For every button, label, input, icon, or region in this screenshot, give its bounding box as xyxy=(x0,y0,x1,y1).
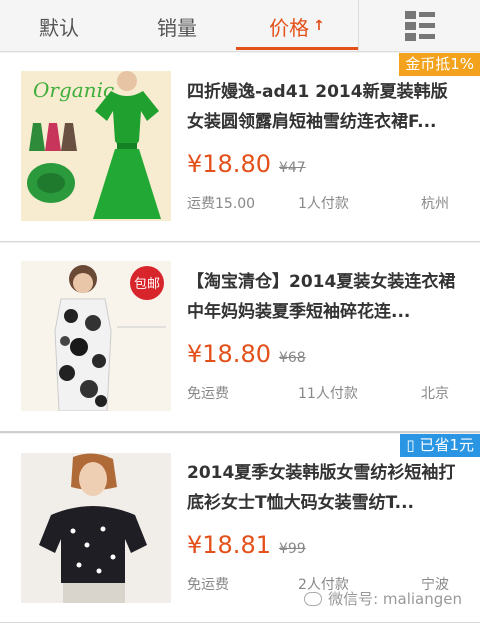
mobile-saving-badge: ▯ 已省1元 xyxy=(400,434,480,457)
svg-text:Organic: Organic xyxy=(33,78,114,102)
sort-tab-sales[interactable]: 销量 xyxy=(118,0,236,52)
product-item[interactable]: 包邮 【淘宝清仓】2014夏装女装连衣裙中年妈妈装夏季短袖碎花连... ¥18.… xyxy=(0,243,480,433)
price-box: ¥18.80 ¥47 xyxy=(187,150,306,178)
coin-discount-badge: 金币抵1% xyxy=(399,53,480,76)
shipping-info: 运费15.00 xyxy=(187,196,256,212)
price-box: ¥18.81 ¥99 xyxy=(187,531,306,559)
sort-tab-label: 销量 xyxy=(157,15,197,40)
watermark-text: 微信号: maliangen xyxy=(328,590,462,608)
original-price: ¥47 xyxy=(278,160,306,176)
price-box: ¥18.80 ¥68 xyxy=(187,340,306,368)
original-price: ¥68 xyxy=(278,350,306,366)
sort-tab-label: 价格 xyxy=(269,15,310,40)
view-mode-toggle[interactable] xyxy=(358,0,480,52)
list-grid-icon xyxy=(404,11,435,41)
original-price: ¥99 xyxy=(278,541,306,557)
shipping-info: 免运费 xyxy=(187,386,229,402)
svg-text:包邮: 包邮 xyxy=(134,277,160,292)
floral-dress-picture: 包邮 xyxy=(21,261,171,411)
product-title[interactable]: 2014夏季女装韩版女雪纺衫短袖打底衫女士T恤大码女装雪纺T... xyxy=(187,458,457,518)
product-title[interactable]: 四折嫚逸-ad41 2014新夏装韩版女装圆领露肩短袖雪纺连衣裙F... xyxy=(187,77,457,137)
product-image-chiffon-top[interactable] xyxy=(21,453,171,603)
seller-location: 杭州 xyxy=(421,196,449,212)
sort-tab-label: 默认 xyxy=(39,15,79,40)
current-price: ¥18.80 xyxy=(187,340,271,368)
wechat-icon xyxy=(304,591,323,606)
product-image-green-dress[interactable]: Organic xyxy=(21,71,171,221)
product-item[interactable]: Organic 四折嫚逸-ad41 2014新夏装韩版女装圆领露肩短袖雪纺连衣裙… xyxy=(0,53,480,242)
saving-label: 已省1元 xyxy=(419,436,474,454)
payment-count: 11人付款 xyxy=(298,386,358,402)
product-image-floral-dress[interactable]: 包邮 xyxy=(21,261,171,411)
product-title[interactable]: 【淘宝清仓】2014夏装女装连衣裙中年妈妈装夏季短袖碎花连... xyxy=(187,267,457,327)
sort-tab-default[interactable]: 默认 xyxy=(0,0,118,52)
sort-tab-price[interactable]: 价格 ↑ xyxy=(236,0,358,52)
mobile-phone-icon: ▯ xyxy=(406,436,415,454)
sort-bar: 默认 销量 价格 ↑ xyxy=(0,0,480,52)
green-dress-picture: Organic xyxy=(21,71,171,221)
current-price: ¥18.81 xyxy=(187,531,271,559)
payment-count: 1人付款 xyxy=(298,196,349,212)
chiffon-top-picture xyxy=(21,453,171,603)
sort-asc-arrow-icon: ↑ xyxy=(313,18,325,34)
wechat-watermark: 微信号: maliangen xyxy=(304,588,462,609)
seller-location: 北京 xyxy=(421,386,449,402)
active-tab-indicator xyxy=(236,47,358,50)
shipping-info: 免运费 xyxy=(187,577,229,593)
current-price: ¥18.80 xyxy=(187,150,271,178)
